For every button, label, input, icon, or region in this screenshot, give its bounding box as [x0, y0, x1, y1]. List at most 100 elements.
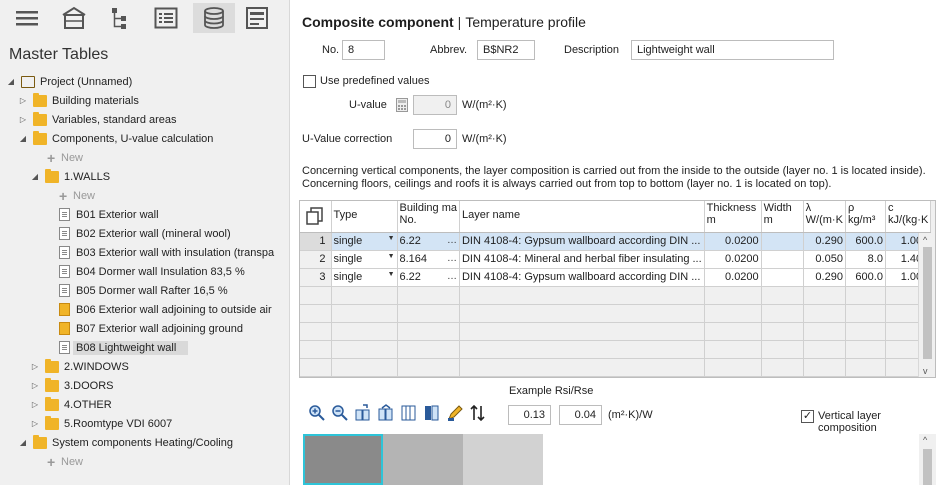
table-row[interactable]: 1 single ▼ 6.22 … DIN 4108-4: Gypsum wallboar… [300, 232, 932, 251]
database-icon[interactable] [193, 3, 235, 33]
dropdown-arrow-icon[interactable]: ▼ [388, 235, 395, 242]
column-header[interactable]: Building ma No. [397, 201, 460, 233]
browse-icon[interactable]: … [447, 271, 457, 282]
column-header[interactable]: Layer name [459, 201, 705, 233]
tab-composite-component[interactable]: Composite component [302, 14, 454, 30]
tree-item[interactable]: ▷ 3.DOORS [0, 376, 290, 395]
row-number[interactable]: 2 [300, 250, 332, 269]
tree-item[interactable]: B01 Exterior wall [0, 205, 290, 224]
cell-name[interactable]: DIN 4108-4: Gypsum wallboard according D… [459, 232, 705, 251]
rse-input[interactable]: 0.04 [559, 405, 602, 425]
tree-item[interactable]: ▷ 2.WINDOWS [0, 357, 290, 376]
no-input[interactable]: 8 [342, 40, 385, 60]
insert-layer-icon[interactable] [354, 403, 371, 421]
zoom-out-icon[interactable] [331, 404, 348, 421]
preview-layer[interactable] [383, 434, 463, 485]
cell-bm[interactable]: 6.22… [397, 268, 460, 287]
cell-lambda[interactable]: 0.290 [803, 232, 846, 251]
column-header[interactable]: λ W/(m·K [803, 201, 846, 233]
preview-layer[interactable] [463, 434, 543, 485]
u-value-correction-input[interactable]: 0 [413, 129, 457, 149]
cell-width[interactable] [761, 268, 804, 287]
library-icon[interactable] [423, 404, 440, 421]
tree-item[interactable]: + New [0, 186, 290, 205]
column-header[interactable]: ρ kg/m³ [845, 201, 886, 233]
tree-item[interactable]: B02 Exterior wall (mineral wool) [0, 224, 290, 243]
cell-rho[interactable]: 600.0 [845, 268, 886, 287]
cell-name[interactable]: DIN 4108-4: Mineral and herbal fiber ins… [459, 250, 705, 269]
cell-thick[interactable]: 0.0200 [704, 232, 762, 251]
cell-thick[interactable]: 0.0200 [704, 250, 762, 269]
tree-item[interactable]: B03 Exterior wall with insulation (trans… [0, 243, 290, 262]
preview-scrollbar[interactable]: ^ [919, 434, 936, 485]
tree-item[interactable]: + New [0, 452, 290, 471]
cell-bm[interactable]: 6.22… [397, 232, 460, 251]
preview-layer[interactable] [303, 434, 383, 485]
cell-name[interactable]: DIN 4108-4: Gypsum wallboard according D… [459, 268, 705, 287]
cell-type[interactable]: single ▼ [331, 250, 398, 269]
collapse-arrow-icon[interactable]: ◢ [18, 134, 28, 143]
sort-icon[interactable] [469, 404, 486, 421]
tree-icon[interactable] [103, 3, 137, 33]
collapse-arrow-icon[interactable]: ◢ [30, 172, 40, 181]
column-header[interactable]: Type [331, 201, 398, 233]
copy-icon[interactable] [300, 201, 332, 233]
description-input[interactable]: Lightweight wall [631, 40, 834, 60]
cell-rho[interactable]: 600.0 [845, 232, 886, 251]
expand-arrow-icon[interactable]: ▷ [18, 96, 28, 105]
copy-layer-icon[interactable] [377, 403, 394, 421]
cell-thick[interactable]: 0.0200 [704, 268, 762, 287]
cell-width[interactable] [761, 250, 804, 269]
table-icon[interactable] [240, 3, 274, 33]
column-header[interactable]: Thickness m [704, 201, 762, 233]
expand-arrow-icon[interactable]: ▷ [30, 400, 40, 409]
expand-arrow-icon[interactable]: ▷ [30, 419, 40, 428]
cell-bm[interactable]: 8.164… [397, 250, 460, 269]
rsi-input[interactable]: 0.13 [508, 405, 551, 425]
cell-width[interactable] [761, 232, 804, 251]
cell-rho[interactable]: 8.0 [845, 250, 886, 269]
expand-arrow-icon[interactable]: ▷ [30, 381, 40, 390]
table-row[interactable]: 2 single ▼ 8.164 … DIN 4108-4: Mineral and he… [300, 250, 932, 269]
expand-arrow-icon[interactable]: ▷ [30, 362, 40, 371]
list-icon[interactable] [149, 3, 183, 33]
tree-item[interactable]: ◢ Project (Unnamed) [0, 72, 290, 91]
tree-item[interactable]: ◢ System components Heating/Cooling [0, 433, 290, 452]
browse-icon[interactable]: … [447, 253, 457, 264]
cell-type[interactable]: single ▼ [331, 268, 398, 287]
cell-type[interactable]: single ▼ [331, 232, 398, 251]
expand-arrow-icon[interactable]: ▷ [18, 115, 28, 124]
tree-item[interactable]: ▷ 4.OTHER [0, 395, 290, 414]
u-value-input[interactable]: 0 [413, 95, 457, 115]
collapse-arrow-icon[interactable]: ◢ [6, 77, 16, 86]
edit-icon[interactable] [446, 404, 463, 421]
tree-item[interactable]: B06 Exterior wall adjoining to outside a… [0, 300, 290, 319]
tree-item[interactable]: B07 Exterior wall adjoining ground [0, 319, 290, 338]
tree-item[interactable]: B05 Dormer wall Rafter 16,5 % [0, 281, 290, 300]
abbrev-input[interactable]: B$NR2 [477, 40, 535, 60]
use-predefined-checkbox[interactable] [303, 75, 316, 88]
building-icon[interactable] [57, 3, 91, 33]
menu-icon[interactable] [10, 3, 44, 33]
tree-item[interactable]: + New [0, 148, 290, 167]
cell-lambda[interactable]: 0.050 [803, 250, 846, 269]
table-row[interactable]: 3 single ▼ 6.22 … DIN 4108-4: Gypsum wallboar… [300, 268, 932, 287]
tree-item[interactable]: ▷ Variables, standard areas [0, 110, 290, 129]
calculator-icon[interactable] [396, 98, 408, 112]
layer-lines-icon[interactable] [400, 404, 417, 421]
tree-item[interactable]: B08 Lightweight wall [0, 338, 290, 357]
dropdown-arrow-icon[interactable]: ▼ [388, 271, 395, 278]
zoom-in-icon[interactable] [308, 404, 325, 421]
column-header[interactable]: c kJ/(kg·K [885, 201, 932, 233]
vertical-layer-checkbox[interactable]: ✓ [801, 410, 814, 423]
row-number[interactable]: 1 [300, 232, 332, 251]
tree-item[interactable]: B04 Dormer wall Insulation 83,5 % [0, 262, 290, 281]
tree-item[interactable]: ▷ Building materials [0, 91, 290, 110]
cell-lambda[interactable]: 0.290 [803, 268, 846, 287]
column-header[interactable]: Width m [761, 201, 804, 233]
tree-item[interactable]: ◢ 1.WALLS [0, 167, 290, 186]
row-number[interactable]: 3 [300, 268, 332, 287]
grid-vertical-scrollbar[interactable]: ^ v [918, 233, 935, 377]
tab-temperature-profile[interactable]: Temperature profile [465, 14, 586, 30]
collapse-arrow-icon[interactable]: ◢ [18, 438, 28, 447]
